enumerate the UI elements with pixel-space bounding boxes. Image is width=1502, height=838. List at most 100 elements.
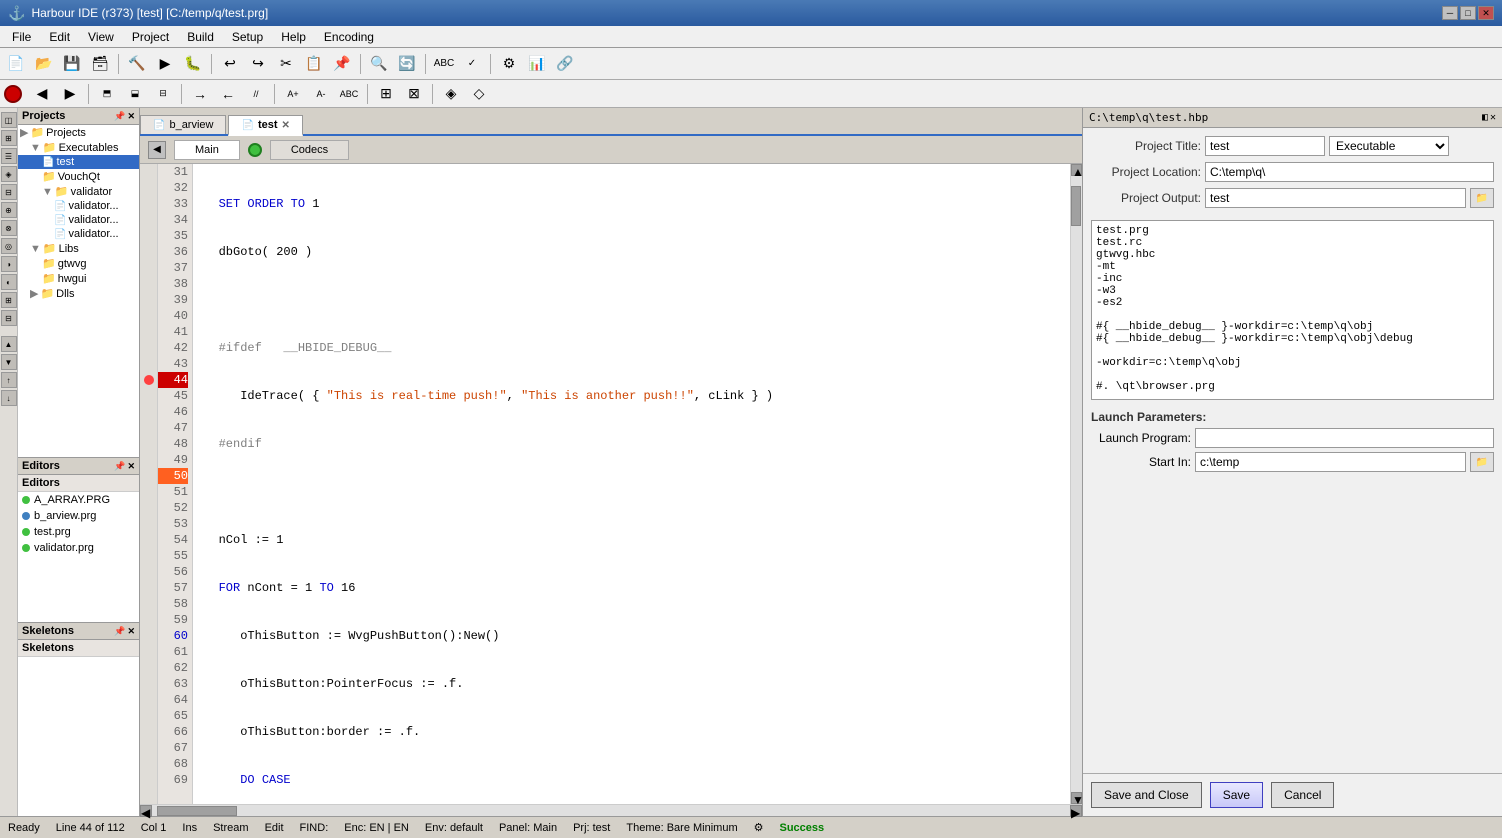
maximize-button[interactable]: □ bbox=[1460, 6, 1476, 20]
code-text-area[interactable]: SET ORDER TO 1 dbGoto( 200 ) #ifdef __HB… bbox=[193, 164, 1070, 804]
tb2-btn2[interactable]: ⬓ bbox=[123, 83, 147, 105]
menu-help[interactable]: Help bbox=[273, 28, 314, 46]
tree-libs[interactable]: ▼ 📁 Libs bbox=[18, 241, 139, 256]
menu-view[interactable]: View bbox=[80, 28, 122, 46]
scroll-up-btn[interactable]: ▲ bbox=[1071, 164, 1082, 176]
find-btn[interactable]: 🔍 bbox=[367, 53, 391, 75]
save-and-close-button[interactable]: Save and Close bbox=[1091, 782, 1202, 808]
code-scrollbar[interactable]: ▲ ▼ bbox=[1070, 164, 1082, 804]
sidebar-icon-6[interactable]: ⊕ bbox=[1, 202, 17, 218]
project-title-input[interactable] bbox=[1205, 136, 1325, 156]
tree-executables[interactable]: ▼ 📁 Executables bbox=[18, 140, 139, 155]
editor-file-b-arview[interactable]: b_arview.prg bbox=[18, 508, 139, 524]
undo-btn[interactable]: ↩ bbox=[218, 53, 242, 75]
tb2-back[interactable]: ◀ bbox=[30, 83, 54, 105]
browse-button[interactable]: 📁 bbox=[1470, 188, 1494, 208]
save-button[interactable]: Save bbox=[1210, 782, 1263, 808]
sidebar-icon-12[interactable]: ⊟ bbox=[1, 310, 17, 326]
paste-btn[interactable]: 📌 bbox=[330, 53, 354, 75]
section-tab-main[interactable]: Main bbox=[174, 140, 240, 160]
skeletons-pin-icon[interactable]: 📌 bbox=[114, 626, 125, 637]
saveall-btn[interactable]: 🗃 bbox=[88, 53, 112, 75]
sidebar-icon-3[interactable]: ☰ bbox=[1, 148, 17, 164]
hscroll-thumb[interactable] bbox=[157, 806, 237, 816]
tb2-indent[interactable]: → bbox=[188, 83, 212, 105]
projects-pin-icon[interactable]: 📌 bbox=[114, 111, 125, 122]
tb2-nav2[interactable]: ⊠ bbox=[402, 83, 426, 105]
tb-btn-extra3[interactable]: 🔗 bbox=[553, 53, 577, 75]
open-btn[interactable]: 📂 bbox=[32, 53, 56, 75]
start-in-browse-button[interactable]: 📁 bbox=[1470, 452, 1494, 472]
replace-btn[interactable]: 🔄 bbox=[395, 53, 419, 75]
build-btn[interactable]: 🔨 bbox=[125, 53, 149, 75]
copy-btn[interactable]: 📋 bbox=[302, 53, 326, 75]
editor-file-validator[interactable]: validator.prg bbox=[18, 540, 139, 556]
build-config-list[interactable]: test.prg test.rc gtwvg.hbc -mt -inc -w3 … bbox=[1091, 220, 1494, 400]
right-panel-close-icon[interactable]: ✕ bbox=[1490, 112, 1496, 123]
section-tab-codecs[interactable]: Codecs bbox=[270, 140, 349, 160]
tb-btn-extra2[interactable]: 📊 bbox=[525, 53, 549, 75]
editor-file-a-array[interactable]: A_ARRAY.PRG bbox=[18, 492, 139, 508]
menu-build[interactable]: Build bbox=[179, 28, 222, 46]
scroll-thumb[interactable] bbox=[1071, 186, 1081, 226]
sidebar-icon-13[interactable]: ▲ bbox=[1, 336, 17, 352]
record-btn[interactable] bbox=[4, 85, 22, 103]
cancel-button[interactable]: Cancel bbox=[1271, 782, 1334, 808]
sidebar-icon-10[interactable]: ◐ bbox=[1, 274, 17, 290]
scroll-down-btn[interactable]: ▼ bbox=[1071, 792, 1082, 804]
start-in-input[interactable] bbox=[1195, 452, 1466, 472]
minimize-button[interactable]: ─ bbox=[1442, 6, 1458, 20]
tree-validator-1[interactable]: 📄 validator... bbox=[18, 199, 139, 213]
project-type-select[interactable]: Executable Library DLL bbox=[1329, 136, 1449, 156]
tb-btn-extra1[interactable]: ⚙ bbox=[497, 53, 521, 75]
back-btn-small[interactable]: ◀ bbox=[148, 141, 166, 159]
tb2-extra1[interactable]: ◈ bbox=[439, 83, 463, 105]
tb2-font-smaller[interactable]: A- bbox=[309, 83, 333, 105]
sidebar-icon-9[interactable]: ◑ bbox=[1, 256, 17, 272]
tab-close-test[interactable]: ✕ bbox=[282, 120, 290, 131]
sidebar-icon-7[interactable]: ⊗ bbox=[1, 220, 17, 236]
tb2-extra2[interactable]: ◇ bbox=[467, 83, 491, 105]
menu-edit[interactable]: Edit bbox=[41, 28, 78, 46]
sidebar-icon-15[interactable]: ↑ bbox=[1, 372, 17, 388]
redo-btn[interactable]: ↪ bbox=[246, 53, 270, 75]
right-panel-expand-icon[interactable]: ◧ bbox=[1482, 112, 1488, 123]
editors-close-icon[interactable]: ✕ bbox=[127, 461, 135, 472]
tree-hwgui[interactable]: 📁 hwgui bbox=[18, 271, 139, 286]
sidebar-icon-8[interactable]: ◎ bbox=[1, 238, 17, 254]
tb2-btn1[interactable]: ⬒ bbox=[95, 83, 119, 105]
editor-file-test[interactable]: test.prg bbox=[18, 524, 139, 540]
tb2-fwd[interactable]: ▶ bbox=[58, 83, 82, 105]
sidebar-icon-4[interactable]: ◈ bbox=[1, 166, 17, 182]
code-h-scrollbar[interactable]: ◀ ▶ bbox=[140, 804, 1082, 816]
project-output-input[interactable] bbox=[1205, 188, 1466, 208]
run-btn[interactable]: ▶ bbox=[153, 53, 177, 75]
debug-btn[interactable]: 🐛 bbox=[181, 53, 205, 75]
tab-test[interactable]: 📄 test ✕ bbox=[228, 115, 302, 136]
hscroll-left-btn[interactable]: ◀ bbox=[140, 805, 152, 817]
editors-pin-icon[interactable]: 📌 bbox=[114, 461, 125, 472]
launch-program-input[interactable] bbox=[1195, 428, 1494, 448]
tree-dlls[interactable]: ▶ 📁 Dlls bbox=[18, 286, 139, 301]
cut-btn[interactable]: ✂ bbox=[274, 53, 298, 75]
new-btn[interactable]: 📄 bbox=[4, 53, 28, 75]
tree-projects-root[interactable]: ▶ 📁 Projects bbox=[18, 125, 139, 140]
tree-validator-2[interactable]: 📄 validator... bbox=[18, 213, 139, 227]
sidebar-icon-16[interactable]: ↓ bbox=[1, 390, 17, 406]
tree-gtwvg[interactable]: 📁 gtwvg bbox=[18, 256, 139, 271]
skeletons-close-icon[interactable]: ✕ bbox=[127, 626, 135, 637]
tree-test[interactable]: 📄 test bbox=[18, 155, 139, 169]
project-location-input[interactable] bbox=[1205, 162, 1494, 182]
menu-file[interactable]: File bbox=[4, 28, 39, 46]
tab-b-arview[interactable]: 📄 b_arview bbox=[140, 115, 226, 134]
menu-setup[interactable]: Setup bbox=[224, 28, 271, 46]
projects-close-icon[interactable]: ✕ bbox=[127, 111, 135, 122]
tree-validator[interactable]: ▼ 📁 validator bbox=[18, 184, 139, 199]
format-btn[interactable]: ABC bbox=[432, 53, 456, 75]
tb2-comment[interactable]: // bbox=[244, 83, 268, 105]
menu-encoding[interactable]: Encoding bbox=[316, 28, 382, 46]
sidebar-icon-1[interactable]: ◫ bbox=[1, 112, 17, 128]
tb2-abc[interactable]: ABC bbox=[337, 83, 361, 105]
sidebar-icon-14[interactable]: ▼ bbox=[1, 354, 17, 370]
sidebar-icon-5[interactable]: ⊟ bbox=[1, 184, 17, 200]
